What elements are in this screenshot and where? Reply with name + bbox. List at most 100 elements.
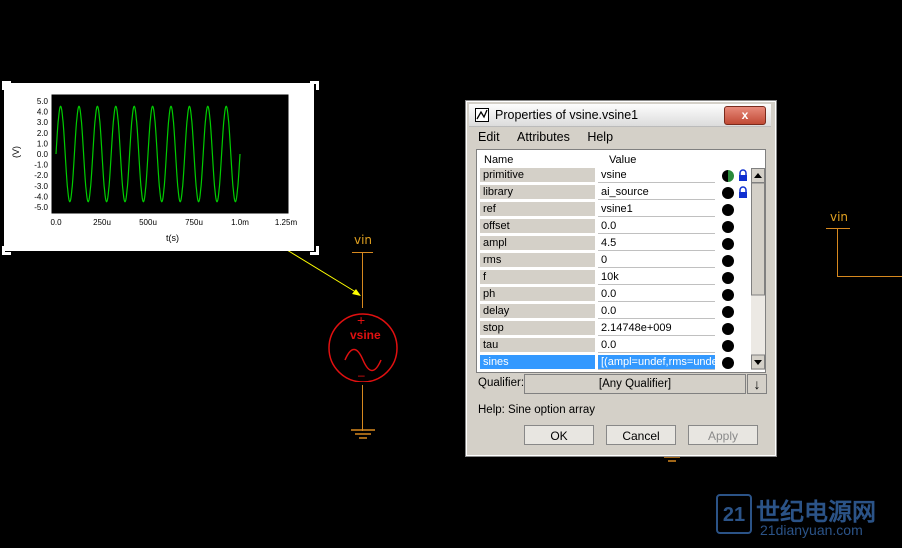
property-name[interactable]: ref (480, 202, 595, 217)
apply-button[interactable]: Apply (688, 425, 758, 445)
y-tick-label: 4.0 (37, 108, 49, 117)
y-tick-label: -1.0 (34, 161, 48, 170)
property-row[interactable]: sines [(ampl=undef,rms=undef (480, 355, 734, 371)
property-value[interactable]: vsine (598, 168, 715, 183)
plot-ylabel: (V) (11, 146, 21, 158)
property-value[interactable]: 0 (598, 253, 715, 268)
property-value[interactable]: 2.14748e+009 (598, 321, 715, 336)
property-row[interactable]: delay 0.0 (480, 304, 734, 320)
property-name[interactable]: rms (480, 253, 595, 268)
x-tick-label: 0.0 (50, 218, 62, 227)
net-label-vin-left[interactable]: vin (354, 233, 372, 247)
property-row[interactable]: primitive vsine (480, 168, 747, 184)
property-row[interactable]: tau 0.0 (480, 338, 734, 354)
y-tick-label: -5.0 (34, 203, 48, 212)
x-tick-label: 750u (185, 218, 203, 227)
visibility-dot-icon[interactable] (722, 357, 734, 369)
property-row[interactable]: stop 2.14748e+009 (480, 321, 734, 337)
property-value[interactable]: 4.5 (598, 236, 715, 251)
handle-top-left[interactable] (2, 81, 11, 90)
property-value[interactable]: 0.0 (598, 287, 715, 302)
property-name[interactable]: library (480, 185, 595, 200)
property-name[interactable]: ampl (480, 236, 595, 251)
visibility-dot-icon[interactable] (722, 170, 734, 182)
visibility-dot-icon[interactable] (722, 289, 734, 301)
property-row[interactable]: ph 0.0 (480, 287, 734, 303)
properties-dialog[interactable]: Properties of vsine.vsine1 x Edit Attrib… (465, 100, 777, 457)
property-grid[interactable]: Name Value primitive vsine library ai_sourc… (476, 149, 766, 373)
visibility-dot-icon[interactable] (722, 238, 734, 250)
cancel-button[interactable]: Cancel (606, 425, 676, 445)
visibility-dot-icon[interactable] (722, 204, 734, 216)
property-name[interactable]: delay (480, 304, 595, 319)
property-value[interactable]: 0.0 (598, 338, 715, 353)
qualifier-field[interactable]: [Any Qualifier] (524, 374, 746, 394)
watermark-text-url: 21dianyuan.com (760, 522, 863, 538)
property-name[interactable]: tau (480, 338, 595, 353)
net-label-vin-right[interactable]: vin (830, 210, 848, 224)
property-name[interactable]: stop (480, 321, 595, 336)
x-tick-label: 500u (139, 218, 157, 227)
property-value[interactable]: vsine1 (598, 202, 715, 217)
column-header-value: Value (609, 154, 637, 166)
dialog-titlebar[interactable]: Properties of vsine.vsine1 x (469, 104, 771, 127)
wire-right-horizontal (837, 276, 902, 277)
dialog-title: Properties of vsine.vsine1 (495, 108, 639, 122)
property-row[interactable]: library ai_source (480, 185, 747, 201)
menu-attributes[interactable]: Attributes (510, 128, 577, 144)
property-row[interactable]: ampl 4.5 (480, 236, 734, 252)
handle-bottom-right[interactable] (310, 246, 319, 255)
y-tick-label: 1.0 (37, 139, 49, 148)
visibility-dot-icon[interactable] (722, 187, 734, 199)
close-button[interactable]: x (724, 106, 766, 125)
waveform-plot[interactable]: 5.0 4.0 3.0 2.0 1.0 0.0 -1.0 -2.0 -3.0 -4.0 -5.0 0… (4, 83, 314, 251)
property-row[interactable]: ref vsine1 (480, 202, 734, 218)
qualifier-down-arrow-icon[interactable]: ↓ (747, 374, 767, 394)
y-tick-label: 2.0 (37, 129, 49, 138)
property-row[interactable]: offset 0.0 (480, 219, 734, 235)
y-tick-label: -3.0 (34, 182, 48, 191)
property-row[interactable]: f 10k (480, 270, 734, 286)
lock-icon (739, 186, 747, 198)
vsine-source[interactable]: + vsine – (327, 310, 399, 383)
lock-icon (739, 169, 747, 181)
watermark: 21 世纪电源网 21dianyuan.com (716, 492, 900, 542)
property-value[interactable]: 0.0 (598, 304, 715, 319)
probe-arrow-icon (286, 249, 361, 296)
property-value[interactable]: ai_source (598, 185, 715, 200)
visibility-dot-icon[interactable] (722, 340, 734, 352)
visibility-dot-icon[interactable] (722, 221, 734, 233)
menu-help[interactable]: Help (580, 128, 620, 144)
property-name[interactable]: ph (480, 287, 595, 302)
handle-bottom-left[interactable] (2, 246, 11, 255)
property-name[interactable]: sines (480, 355, 595, 370)
visibility-dot-icon[interactable] (722, 255, 734, 267)
property-value[interactable]: 0.0 (598, 219, 715, 234)
menu-edit[interactable]: Edit (471, 128, 507, 144)
handle-top-right[interactable] (310, 81, 319, 90)
y-tick-label: 3.0 (37, 118, 49, 127)
visibility-dot-icon[interactable] (722, 272, 734, 284)
plot-xlabel: t(s) (166, 233, 179, 243)
property-value[interactable]: [(ampl=undef,rms=undef (598, 355, 715, 370)
property-row[interactable]: rms 0 (480, 253, 734, 269)
svg-text:21: 21 (723, 504, 745, 526)
property-name[interactable]: offset (480, 219, 595, 234)
vertical-scrollbar[interactable] (751, 168, 765, 370)
y-tick-label: 0.0 (37, 150, 49, 159)
wire-ground-vertical (362, 385, 363, 431)
ok-button[interactable]: OK (524, 425, 594, 445)
x-tick-label: 1.0m (231, 218, 249, 227)
minus-sign: – (358, 368, 365, 382)
property-name[interactable]: primitive (480, 168, 595, 183)
watermark-logo-icon: 21 (716, 494, 752, 534)
wire-right-tee (826, 228, 850, 229)
property-name[interactable]: f (480, 270, 595, 285)
y-tick-label: 5.0 (37, 97, 49, 106)
property-value[interactable]: 10k (598, 270, 715, 285)
column-header-name: Name (484, 154, 514, 166)
x-tick-label: 1.25m (275, 218, 298, 227)
visibility-dot-icon[interactable] (722, 323, 734, 335)
visibility-dot-icon[interactable] (722, 306, 734, 318)
y-tick-label: -4.0 (34, 192, 48, 201)
